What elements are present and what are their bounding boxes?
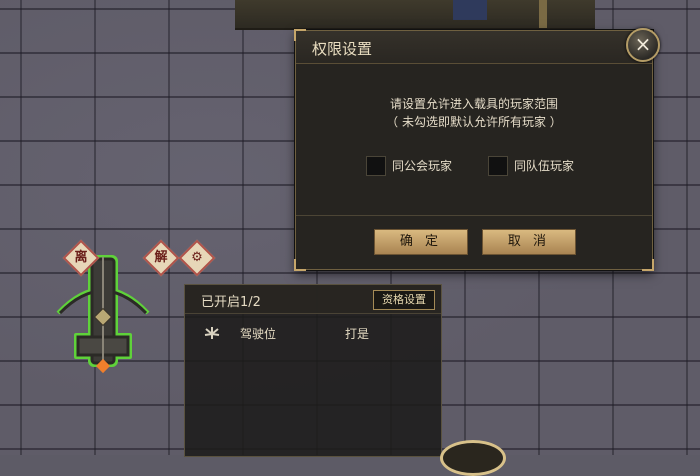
qualification-settings-button[interactable]: 资格设置: [373, 290, 435, 310]
wall-structure: [235, 0, 595, 30]
gear-icon: ⚙: [191, 250, 203, 265]
dialog-header: 权限设置: [296, 31, 652, 64]
seat-panel: 已开启1/2 资格设置 驾驶位 打是: [184, 284, 442, 457]
corner-ornament: [294, 29, 306, 41]
confirm-button[interactable]: 确 定: [374, 229, 468, 255]
seat-player: 打是: [345, 327, 370, 341]
checkbox-label: 同队伍玩家: [514, 159, 575, 173]
close-icon: ×: [634, 32, 652, 56]
leave-label: 离: [74, 250, 88, 265]
banner: [453, 0, 487, 20]
close-button[interactable]: ×: [626, 28, 660, 62]
permission-dialog: 权限设置 × 请设置允许进入载具的玩家范围 （ 未勾选即默认允许所有玩家 ） 同…: [294, 28, 660, 271]
skill-ring[interactable]: [440, 440, 506, 476]
checkbox-label: 同公会玩家: [392, 159, 453, 173]
checkbox-box[interactable]: [488, 156, 508, 176]
seat-panel-header: 已开启1/2 资格设置: [185, 285, 441, 314]
prompt-text: 请设置允许进入载具的玩家范围: [389, 97, 558, 111]
divider: [296, 215, 652, 216]
seat-count: 已开启1/2: [201, 295, 261, 310]
pole: [539, 0, 547, 28]
corner-ornament: [642, 259, 654, 271]
vehicle-ballista[interactable]: [48, 245, 158, 395]
checkbox-box[interactable]: [366, 156, 386, 176]
seat-role: 驾驶位: [240, 327, 277, 341]
dialog-title: 权限设置: [312, 40, 373, 58]
release-label: 解: [154, 250, 168, 265]
cancel-button[interactable]: 取 消: [482, 229, 576, 255]
wheel-icon: [203, 325, 221, 341]
corner-ornament: [294, 259, 306, 271]
prompt-note: （ 未勾选即默认允许所有玩家 ）: [386, 115, 562, 129]
